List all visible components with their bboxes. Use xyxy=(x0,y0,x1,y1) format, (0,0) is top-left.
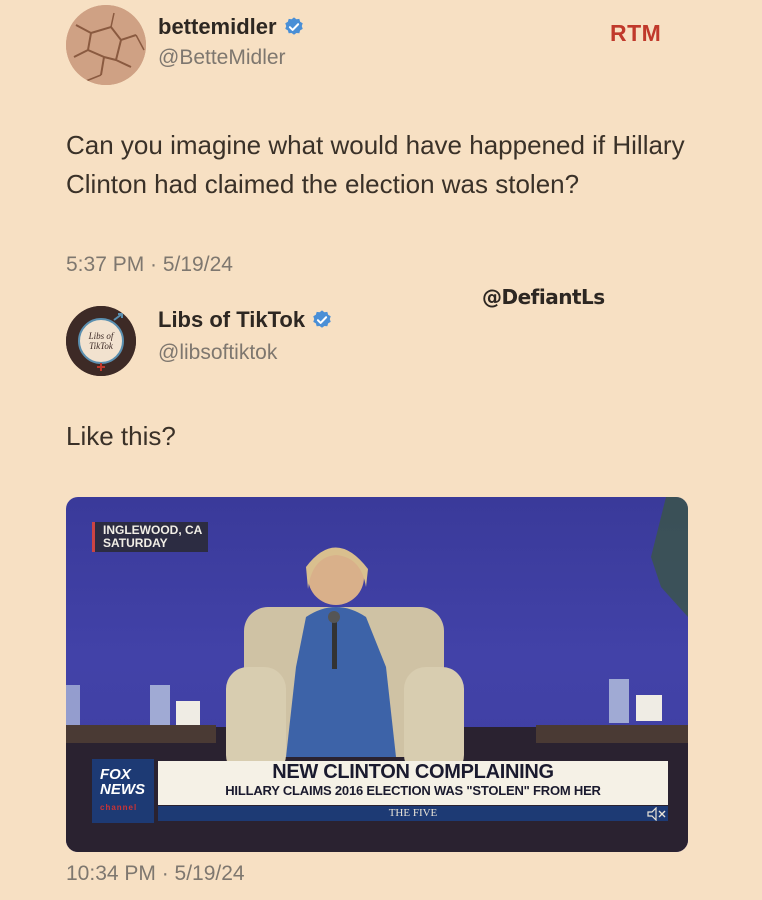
tweet2-display-name[interactable]: Libs of TikTok xyxy=(158,307,333,333)
svg-text:TikTok: TikTok xyxy=(89,341,114,351)
embedded-video[interactable]: INGLEWOOD, CA SATURDAY FOX NEWS channel … xyxy=(66,497,688,852)
location-chyron: INGLEWOOD, CA SATURDAY xyxy=(92,522,209,552)
network-line1: FOX xyxy=(100,766,131,783)
watermark: @DefiantLs xyxy=(482,285,605,309)
headline-banner: NEW CLINTON COMPLAINING HILLARY CLAIMS 2… xyxy=(158,761,668,805)
fox-news-logo: FOX NEWS channel xyxy=(92,759,154,823)
verified-badge-icon xyxy=(313,310,331,328)
tweet1-display-name-text: bettemidler xyxy=(158,14,277,39)
show-name: THE FIVE xyxy=(388,807,438,819)
tweet2-handle[interactable]: @libsoftiktok xyxy=(158,341,277,365)
rtm-logo: RTM xyxy=(610,20,662,46)
libsoftiktok-avatar[interactable]: Libs of TikTok xyxy=(66,306,136,376)
show-name-strip: THE FIVE xyxy=(158,806,668,821)
bettemidler-avatar[interactable] xyxy=(66,5,146,85)
tweet2-timestamp[interactable]: 10:34 PM · 5/19/24 xyxy=(66,862,245,886)
tweet2-display-name-text: Libs of TikTok xyxy=(158,307,306,332)
tweet1-timestamp[interactable]: 5:37 PM · 5/19/24 xyxy=(66,253,233,277)
tweet2-text: Like this? xyxy=(66,421,176,451)
tweet1-handle[interactable]: @BetteMidler xyxy=(158,46,286,70)
tweet1-text: Can you imagine what would have happened… xyxy=(66,130,685,199)
headline-text: NEW CLINTON COMPLAINING xyxy=(272,761,554,783)
network-line3: channel xyxy=(100,803,138,812)
svg-text:Libs of: Libs of xyxy=(88,331,115,341)
tweet1-display-name[interactable]: bettemidler xyxy=(158,14,305,40)
subheadline-text: HILLARY CLAIMS 2016 ELECTION WAS "STOLEN… xyxy=(225,783,601,798)
lower-third: FOX NEWS channel NEW CLINTON COMPLAINING… xyxy=(92,759,672,825)
network-line2: NEWS xyxy=(100,781,145,798)
location-line2: SATURDAY xyxy=(103,536,168,550)
speaker-muted-icon[interactable] xyxy=(647,807,667,821)
verified-badge-icon xyxy=(284,17,303,35)
